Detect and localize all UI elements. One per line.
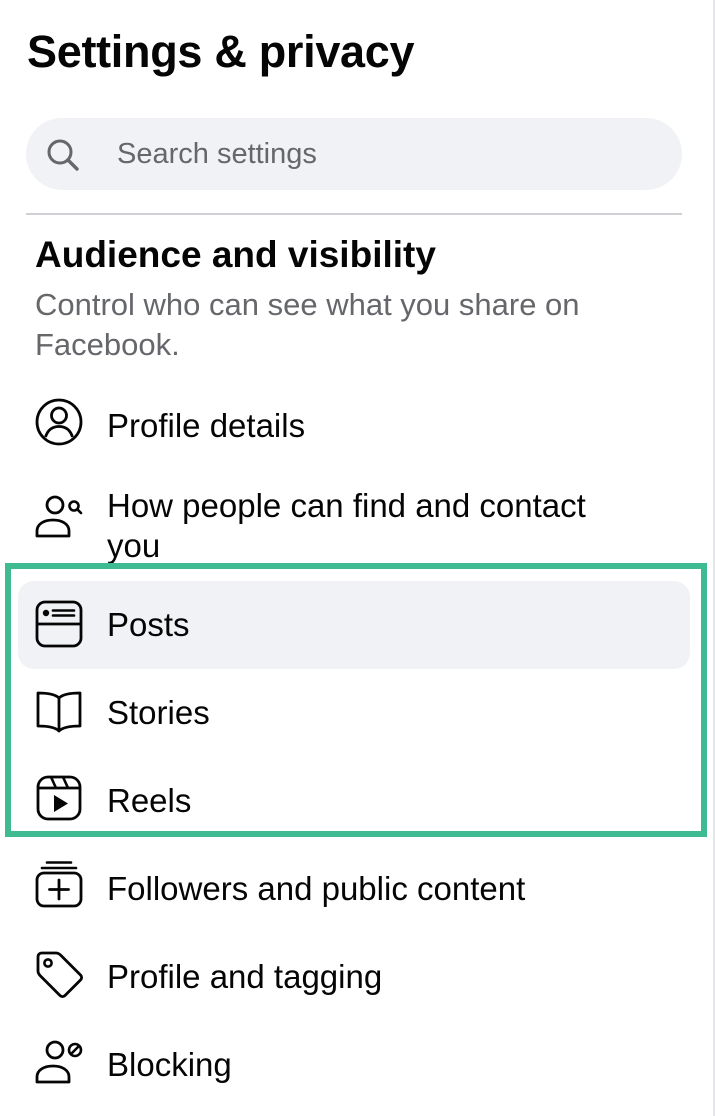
menu-item-profile-details[interactable]: Profile details bbox=[18, 382, 690, 470]
reels-icon bbox=[34, 773, 84, 823]
menu-label: Blocking bbox=[107, 1046, 232, 1083]
menu-item-reels[interactable]: Reels bbox=[18, 757, 690, 845]
search-icon bbox=[46, 138, 80, 172]
menu-item-profile-tagging[interactable]: Profile and tagging bbox=[18, 933, 690, 1021]
menu-item-followers[interactable]: Followers and public content bbox=[18, 845, 690, 933]
followers-icon bbox=[34, 859, 84, 909]
section-title: Audience and visibility bbox=[35, 234, 436, 275]
menu-label-continued: you bbox=[107, 527, 161, 564]
menu-label: How people can find and contact bbox=[107, 487, 586, 524]
search-placeholder: Search settings bbox=[117, 138, 317, 170]
menu-item-find-contact[interactable]: How people can find and contact you bbox=[18, 478, 690, 566]
menu-item-stories[interactable]: Stories bbox=[18, 669, 690, 757]
section-description: Control who can see what you share on Fa… bbox=[35, 287, 580, 362]
tag-icon bbox=[34, 949, 84, 999]
menu-item-blocking[interactable]: Blocking bbox=[18, 1021, 690, 1109]
menu-label: Reels bbox=[107, 782, 192, 819]
blocking-icon bbox=[34, 1036, 84, 1086]
profile-circle-icon bbox=[34, 397, 84, 447]
menu-label: Posts bbox=[107, 606, 190, 643]
posts-icon bbox=[34, 599, 84, 649]
menu-label: Profile and tagging bbox=[107, 958, 383, 995]
page-title: Settings & privacy bbox=[27, 26, 415, 77]
find-contact-icon bbox=[34, 490, 84, 540]
menu-label: Followers and public content bbox=[107, 870, 526, 907]
divider bbox=[26, 213, 682, 215]
menu-label: Stories bbox=[107, 694, 210, 731]
search-input[interactable]: Search settings bbox=[26, 118, 682, 190]
menu-label: Profile details bbox=[107, 407, 306, 444]
book-icon bbox=[34, 686, 84, 736]
menu-item-posts[interactable]: Posts bbox=[18, 581, 690, 669]
